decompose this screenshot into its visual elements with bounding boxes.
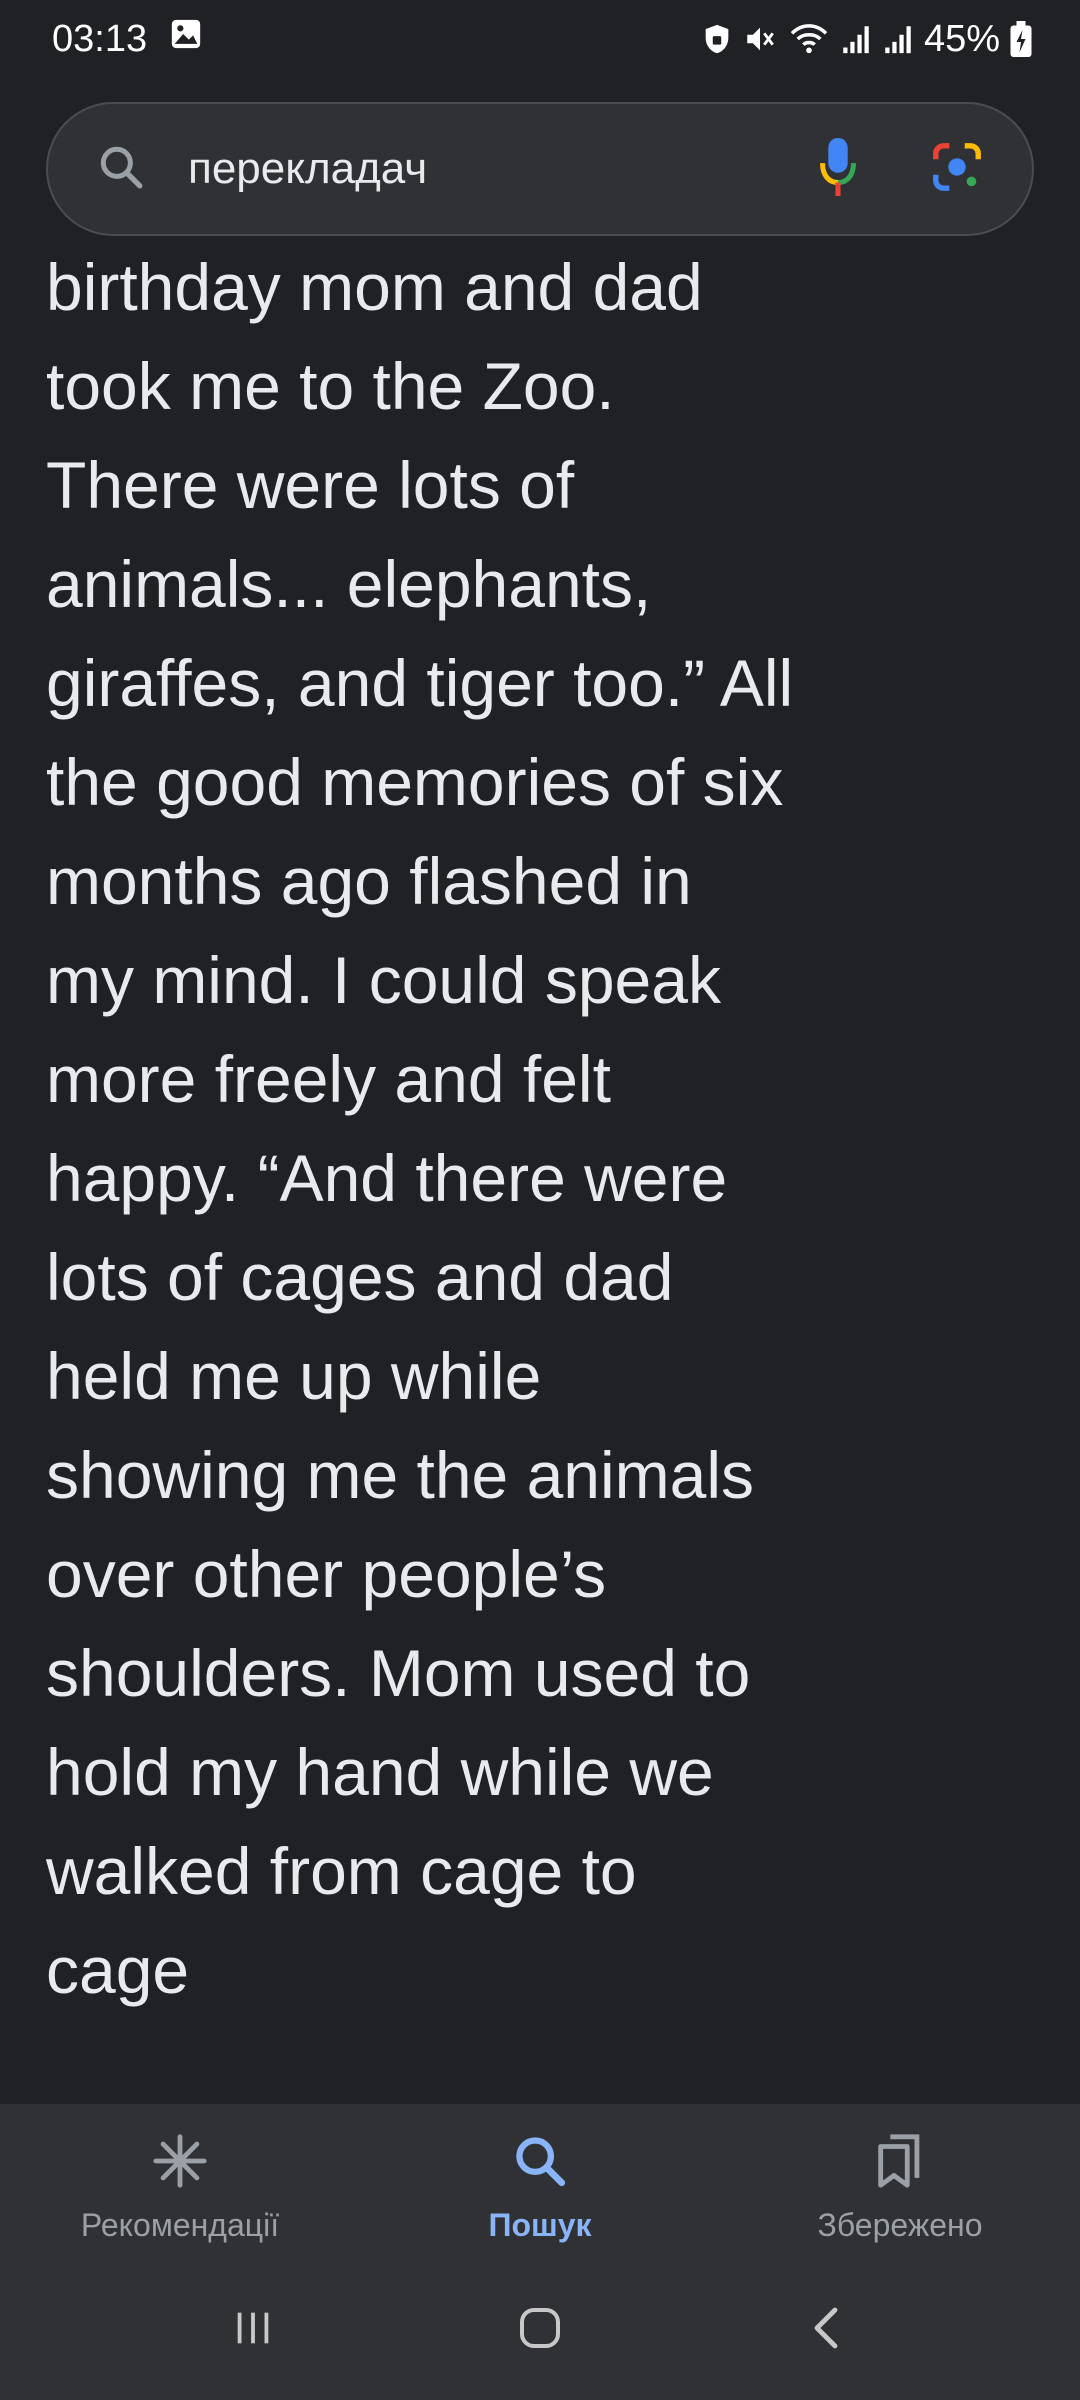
article-line: birthday mom and dad <box>46 250 703 324</box>
status-time: 03:13 <box>52 17 148 60</box>
article-line: There were lots of <box>46 448 575 522</box>
bottom-nav: Рекомендації Пошук Збережено <box>0 2104 1080 2260</box>
nav-item-saved[interactable]: Збережено <box>720 2104 1080 2260</box>
back-icon <box>807 2304 847 2357</box>
asterisk-icon <box>151 2132 209 2195</box>
status-left: 03:13 <box>52 17 203 61</box>
back-button[interactable] <box>767 2290 887 2370</box>
nav-label: Пошук <box>488 2207 592 2243</box>
article-line: showing me the animals <box>46 1438 755 1512</box>
home-button[interactable] <box>480 2290 600 2370</box>
article-line: over other people’s <box>46 1537 607 1611</box>
battery-charging-icon <box>1010 21 1032 57</box>
recents-button[interactable] <box>193 2290 313 2370</box>
nav-item-recommendations[interactable]: Рекомендації <box>0 2104 360 2260</box>
article-line: more freely and felt <box>46 1042 611 1116</box>
mic-icon[interactable] <box>818 136 858 203</box>
signal-icon <box>840 22 872 56</box>
nav-label: Збережено <box>817 2207 983 2243</box>
lens-icon[interactable] <box>930 140 984 199</box>
article-line: animals... elephants, <box>46 547 652 621</box>
status-bar: 03:13 45% <box>0 0 1080 78</box>
search-icon <box>96 142 146 197</box>
search-query[interactable]: перекладач <box>188 144 818 194</box>
signal-icon <box>882 22 914 56</box>
article-line: my mind. I could speak <box>46 943 721 1017</box>
article-line: cage <box>46 1933 190 2007</box>
search-bar[interactable]: перекладач <box>46 102 1034 236</box>
nav-label: Рекомендації <box>80 2207 280 2243</box>
wifi-icon <box>788 22 830 56</box>
image-icon <box>169 17 203 61</box>
article-line: giraffes, and tiger too.” All <box>46 646 794 720</box>
article-line: took me to the Zoo. <box>46 349 615 423</box>
system-nav <box>0 2260 1080 2400</box>
search-icon <box>511 2132 569 2195</box>
battery-percent: 45% <box>923 17 1000 60</box>
article-line: hold my hand while we <box>46 1735 714 1809</box>
article-line: held me up while <box>46 1339 542 1413</box>
status-right: 45% <box>702 18 1032 61</box>
screen: 03:13 45% перекладач birthday mom and da… <box>0 0 1080 2400</box>
recents-icon <box>229 2305 277 2356</box>
article-line: lots of cages and dad <box>46 1240 674 1314</box>
article-line: shoulders. Mom used to <box>46 1636 751 1710</box>
article-line: walked from cage to <box>46 1834 637 1908</box>
article-text: birthday mom and dad took me to the Zoo.… <box>46 238 1006 2020</box>
bookmarks-icon <box>871 2132 929 2195</box>
article-line: happy. “And there were <box>46 1141 728 1215</box>
nav-item-search[interactable]: Пошук <box>360 2104 720 2260</box>
vpn-lock-icon <box>702 22 732 56</box>
mute-icon <box>742 22 778 56</box>
home-icon <box>516 2304 564 2357</box>
article-line: the good memories of six <box>46 745 784 819</box>
article-line: months ago flashed in <box>46 844 692 918</box>
